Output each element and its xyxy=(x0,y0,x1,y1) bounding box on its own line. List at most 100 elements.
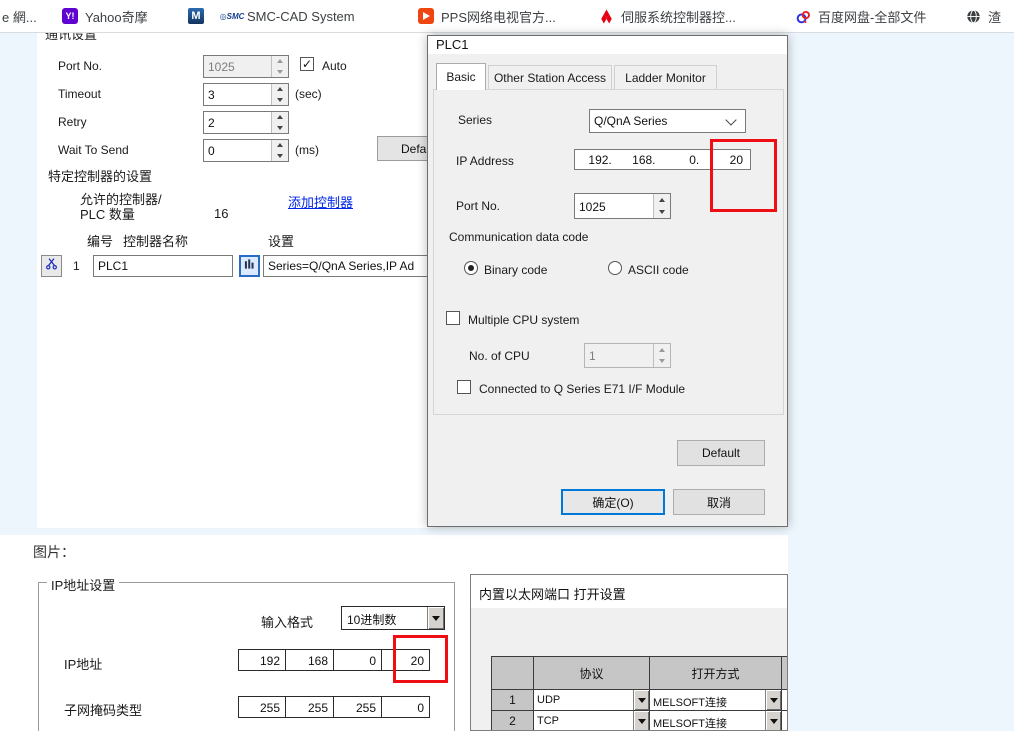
binary-code-label: Binary code xyxy=(484,263,547,277)
bookmark-label: Yahoo奇摩 xyxy=(85,7,148,26)
ethernet-panel-title: 内置以太网端口 打开设置 xyxy=(471,575,787,608)
e71-module-label: Connected to Q Series E71 I/F Module xyxy=(479,382,685,396)
controller-name-input[interactable] xyxy=(93,255,233,277)
controller-row-no: 1 xyxy=(73,259,80,273)
dialog-port-spinner[interactable] xyxy=(653,194,670,218)
allowed-controllers-value: 16 xyxy=(214,206,228,221)
timeout-field[interactable]: 3 xyxy=(203,83,289,106)
cpu-spinner xyxy=(653,344,670,367)
dialog-title: PLC1 xyxy=(428,36,787,54)
retry-spinner[interactable] xyxy=(271,112,288,133)
mitsubishi-icon xyxy=(598,8,614,24)
bookmark-m[interactable]: M xyxy=(188,0,204,32)
controller-settings-button[interactable] xyxy=(239,255,260,277)
retry-label: Retry xyxy=(58,115,87,129)
dialog-port-field[interactable]: 1025 xyxy=(574,193,671,219)
bookmark-label: 伺服系统控制器控... xyxy=(621,7,736,26)
allowed-controllers-label-2: PLC 数量 xyxy=(80,204,135,223)
controller-section-title: 特定控制器的设置 xyxy=(48,166,152,185)
chevron-down-icon xyxy=(725,114,736,125)
ip-address-label: IP Address xyxy=(456,154,514,168)
header-open-method: 打开方式 xyxy=(650,657,782,690)
auto-checkbox[interactable]: ✓ xyxy=(300,57,314,71)
subnet-octet-inputs[interactable]: 255 255 255 0 xyxy=(238,696,430,718)
delete-controller-button[interactable] xyxy=(41,255,62,277)
ok-button[interactable]: 确定(O) xyxy=(561,489,665,515)
timeout-unit: (sec) xyxy=(295,87,322,101)
controller-setting-summary[interactable] xyxy=(263,255,445,277)
no-of-cpu-field: 1 xyxy=(584,343,671,368)
dropdown-arrow-icon xyxy=(633,711,649,731)
clipped-section-title: 通讯设置 xyxy=(45,33,165,40)
row2-partial-cell xyxy=(782,711,788,731)
row2-protocol-dropdown[interactable]: TCP xyxy=(534,711,650,731)
dropdown-arrow-icon xyxy=(427,607,444,629)
input-format-dropdown[interactable]: 10进制数 xyxy=(341,606,445,630)
series-label: Series xyxy=(458,113,492,127)
auto-label: Auto xyxy=(322,59,347,73)
tab-basic[interactable]: Basic xyxy=(436,63,486,90)
port-no-spinner[interactable] xyxy=(271,56,288,77)
scissors-icon xyxy=(45,257,58,275)
row2-open-dropdown[interactable]: MELSOFT连接 xyxy=(650,711,782,731)
wait-spinner[interactable] xyxy=(271,140,288,161)
multiple-cpu-checkbox[interactable] xyxy=(446,311,460,325)
row1-protocol-dropdown[interactable]: UDP xyxy=(534,690,650,711)
bookmark-yahoo[interactable]: Y! Yahoo奇摩 xyxy=(62,0,148,32)
comm-data-code-label: Communication data code xyxy=(449,230,588,244)
plc1-dialog: PLC1 Basic Other Station Access Ladder M… xyxy=(427,35,788,527)
series-combobox[interactable]: Q/QnA Series xyxy=(589,109,746,133)
bookmark-baidu-pan[interactable]: 百度网盘-全部文件 xyxy=(795,0,926,32)
ascii-code-radio[interactable] xyxy=(608,261,622,275)
ethernet-open-settings-table: 协议 打开方式 1 UDP MELSOFT连接 2 TCP MELSOFT连接 xyxy=(491,656,788,731)
subnet-mask-label: 子网掩码类型 xyxy=(64,700,142,719)
yahoo-icon: Y! xyxy=(62,8,78,24)
bookmark-pps[interactable]: PPS网络电视官方... xyxy=(418,0,556,32)
ascii-code-label: ASCII code xyxy=(628,263,689,277)
dropdown-arrow-icon xyxy=(765,690,781,710)
bookmark-label: 百度网盘-全部文件 xyxy=(818,7,926,26)
annotation-red-box-dialog-ip xyxy=(710,139,777,212)
col-header-name: 控制器名称 xyxy=(123,231,188,250)
multiple-cpu-label: Multiple CPU system xyxy=(468,313,579,327)
retry-field[interactable]: 2 xyxy=(203,111,289,134)
timeout-label: Timeout xyxy=(58,87,101,101)
port-no-label: Port No. xyxy=(58,59,102,73)
smc-logo-icon: ◎SMC xyxy=(224,8,240,24)
row1-open-dropdown[interactable]: MELSOFT连接 xyxy=(650,690,782,711)
dialog-default-button[interactable]: Default xyxy=(677,440,765,466)
baidu-pan-icon xyxy=(795,8,811,24)
bookmark-truncated[interactable]: e 網... xyxy=(2,0,37,32)
bookmark-label: 渣 xyxy=(988,7,1001,26)
pps-icon xyxy=(418,8,434,24)
comm-settings-screenshot: 通讯设置 Port No. 1025 ✓ Auto Timeout 3 (sec… xyxy=(37,33,433,528)
row1-no: 1 xyxy=(492,690,534,711)
globe-icon xyxy=(965,8,981,24)
annotation-red-box-ip-octet xyxy=(393,635,448,683)
dialog-port-label: Port No. xyxy=(456,199,500,213)
binary-code-radio[interactable] xyxy=(464,261,478,275)
bookmark-servo[interactable]: 伺服系统控制器控... xyxy=(598,0,736,32)
bookmark-label: PPS网络电视官方... xyxy=(441,7,556,26)
bookmark-smc-cad[interactable]: ◎SMC SMC-CAD System xyxy=(224,0,355,32)
bookmark-partial[interactable]: 渣 xyxy=(965,0,1001,32)
header-partial xyxy=(782,657,788,690)
tab-other-station-access[interactable]: Other Station Access xyxy=(488,65,612,89)
header-protocol: 协议 xyxy=(534,657,650,690)
timeout-spinner[interactable] xyxy=(271,84,288,105)
m-logo-icon: M xyxy=(188,8,204,24)
add-controller-link[interactable]: 添加控制器 xyxy=(288,192,353,211)
no-of-cpu-label: No. of CPU xyxy=(469,349,530,363)
cancel-button[interactable]: 取消 xyxy=(673,489,765,515)
bookmark-label: SMC-CAD System xyxy=(247,9,355,24)
input-format-label: 输入格式 xyxy=(261,612,313,631)
row2-no: 2 xyxy=(492,711,534,731)
col-header-no: 编号 xyxy=(87,231,113,250)
ip-settings-group-title: IP地址设置 xyxy=(47,575,119,594)
wait-to-send-field[interactable]: 0 xyxy=(203,139,289,162)
bookmark-label: e 網... xyxy=(2,7,37,26)
ip-address-cn-label: IP地址 xyxy=(64,654,102,673)
picture-label: 图片： xyxy=(33,542,75,562)
e71-module-checkbox[interactable] xyxy=(457,380,471,394)
tab-ladder-monitor[interactable]: Ladder Monitor xyxy=(614,65,717,89)
